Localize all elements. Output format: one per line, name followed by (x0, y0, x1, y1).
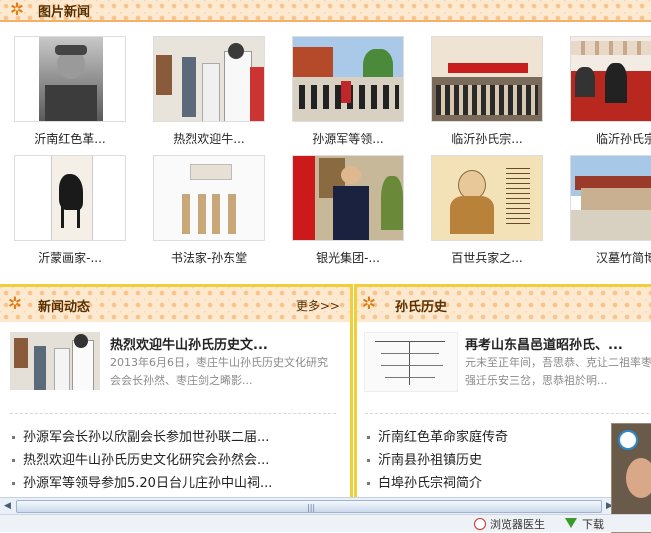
photo-caption[interactable]: 沂蒙画家-... (14, 249, 126, 266)
photo-thumbnail[interactable] (153, 155, 265, 241)
photo-item[interactable]: 书法家-孙东堂 (153, 155, 265, 266)
photo-caption[interactable]: 百世兵家之... (431, 249, 543, 266)
photo-caption[interactable]: 热烈欢迎牛... (153, 130, 265, 147)
photo-thumbnail[interactable] (431, 36, 543, 122)
status-bar: 浏览器医生 下载 (0, 514, 651, 532)
photo-thumbnail[interactable] (14, 155, 126, 241)
history-featured-desc: 元末至正年间，吾思恭、克让二祖率枣强迁乐安三岔，思恭祖於明... (465, 356, 651, 387)
photo-thumbnail[interactable] (153, 36, 265, 122)
bullet-icon (12, 459, 15, 462)
photo-thumbnail[interactable] (292, 155, 404, 241)
photo-caption[interactable]: 临沂孙氏宗 (570, 130, 651, 147)
scroll-left-arrow-icon[interactable]: ◀ (0, 499, 15, 513)
news-panel: ✲ 新闻动态 更多>> 热烈欢迎牛山孙氏历史文... 2013年6月6日，枣庄牛… (0, 284, 353, 501)
photo-caption[interactable]: 银光集团-... (292, 249, 404, 266)
news-list-item[interactable]: 孙源军等领导参加5.20日台儿庄孙中山祠... (12, 472, 342, 491)
photo-caption[interactable]: 汉墓竹简博 (570, 249, 651, 266)
bullet-icon (12, 482, 15, 485)
photo-caption[interactable]: 临沂孙氏宗... (431, 130, 543, 147)
history-featured-title[interactable]: 再考山东昌邑道昭孙氏、... (465, 334, 651, 353)
history-list-item[interactable]: 沂南红色革命家庭传奇 (367, 426, 651, 445)
download-button[interactable]: 下载 (582, 516, 604, 532)
divider (10, 413, 336, 414)
history-panel-title: 孙氏历史 (395, 300, 448, 315)
photo-thumbnail[interactable] (570, 155, 651, 241)
bullet-icon (12, 436, 15, 439)
flower-icon: ✲ (361, 294, 377, 314)
photo-item[interactable]: 临沂孙氏宗 (570, 36, 651, 147)
history-list-item[interactable]: 沂南县孙祖镇历史 (367, 449, 651, 468)
photo-item[interactable]: 临沂孙氏宗... (431, 36, 543, 147)
photo-item[interactable]: 热烈欢迎牛... (153, 36, 265, 147)
photo-news-header: ✲ 图片新闻 (0, 0, 651, 22)
photo-item[interactable]: 汉墓竹简博 (570, 155, 651, 266)
photo-item[interactable]: 银光集团-... (292, 155, 404, 266)
bullet-icon (367, 482, 370, 485)
photo-news-title: 图片新闻 (38, 5, 91, 20)
photo-item[interactable]: 孙源军等领... (292, 36, 404, 147)
photo-caption[interactable]: 沂南红色革... (14, 130, 126, 147)
news-list-item[interactable]: 孙源军会长孙以欣副会长参加世孙联二届... (12, 426, 342, 445)
news-panel-header: ✲ 新闻动态 更多>> (0, 287, 350, 322)
horizontal-scrollbar[interactable]: ◀ ||| ▶ (0, 497, 618, 514)
photo-caption[interactable]: 孙源军等领... (292, 130, 404, 147)
flower-icon: ✲ (7, 294, 23, 314)
photo-item[interactable]: 沂南红色革... (14, 36, 126, 147)
history-featured-image[interactable] (364, 332, 458, 392)
photo-item[interactable]: 百世兵家之... (431, 155, 543, 266)
history-panel: ✲ 孙氏历史 再考山东昌邑道昭孙氏、... 元末至正年间，吾思恭、克让二祖率枣强… (354, 284, 651, 501)
news-featured-image[interactable] (10, 332, 100, 390)
news-featured-title[interactable]: 热烈欢迎牛山孙氏历史文... (110, 334, 340, 353)
history-list-item[interactable]: 白埠孙氏宗祠简介 (367, 472, 651, 491)
news-featured-desc: 2013年6月6日，枣庄牛山孙氏历史文化研究会会长孙然、枣庄剑之晞影... (110, 356, 328, 387)
divider (365, 413, 651, 414)
photo-item[interactable]: 沂蒙画家-... (14, 155, 126, 266)
photo-thumbnail[interactable] (14, 36, 126, 122)
download-icon[interactable] (565, 518, 577, 528)
history-panel-header: ✲ 孙氏历史 (357, 287, 651, 322)
doctor-icon[interactable] (474, 518, 486, 530)
more-link[interactable]: 更多>> (296, 297, 340, 314)
photo-thumbnail[interactable] (292, 36, 404, 122)
photo-thumbnail[interactable] (570, 36, 651, 122)
bullet-icon (367, 459, 370, 462)
flower-icon: ✲ (9, 0, 25, 20)
bullet-icon (367, 436, 370, 439)
news-panel-title: 新闻动态 (38, 300, 91, 315)
photo-thumbnail[interactable] (431, 155, 543, 241)
popup-logo-icon (618, 430, 638, 450)
browser-doctor-button[interactable]: 浏览器医生 (490, 516, 545, 532)
grip-icon: ||| (307, 503, 316, 512)
popup-image (626, 458, 651, 498)
photo-caption[interactable]: 书法家-孙东堂 (153, 249, 265, 266)
scrollbar-thumb[interactable]: ||| (16, 500, 602, 513)
news-list-item[interactable]: 热烈欢迎牛山孙氏历史文化研究会孙然会... (12, 449, 342, 468)
